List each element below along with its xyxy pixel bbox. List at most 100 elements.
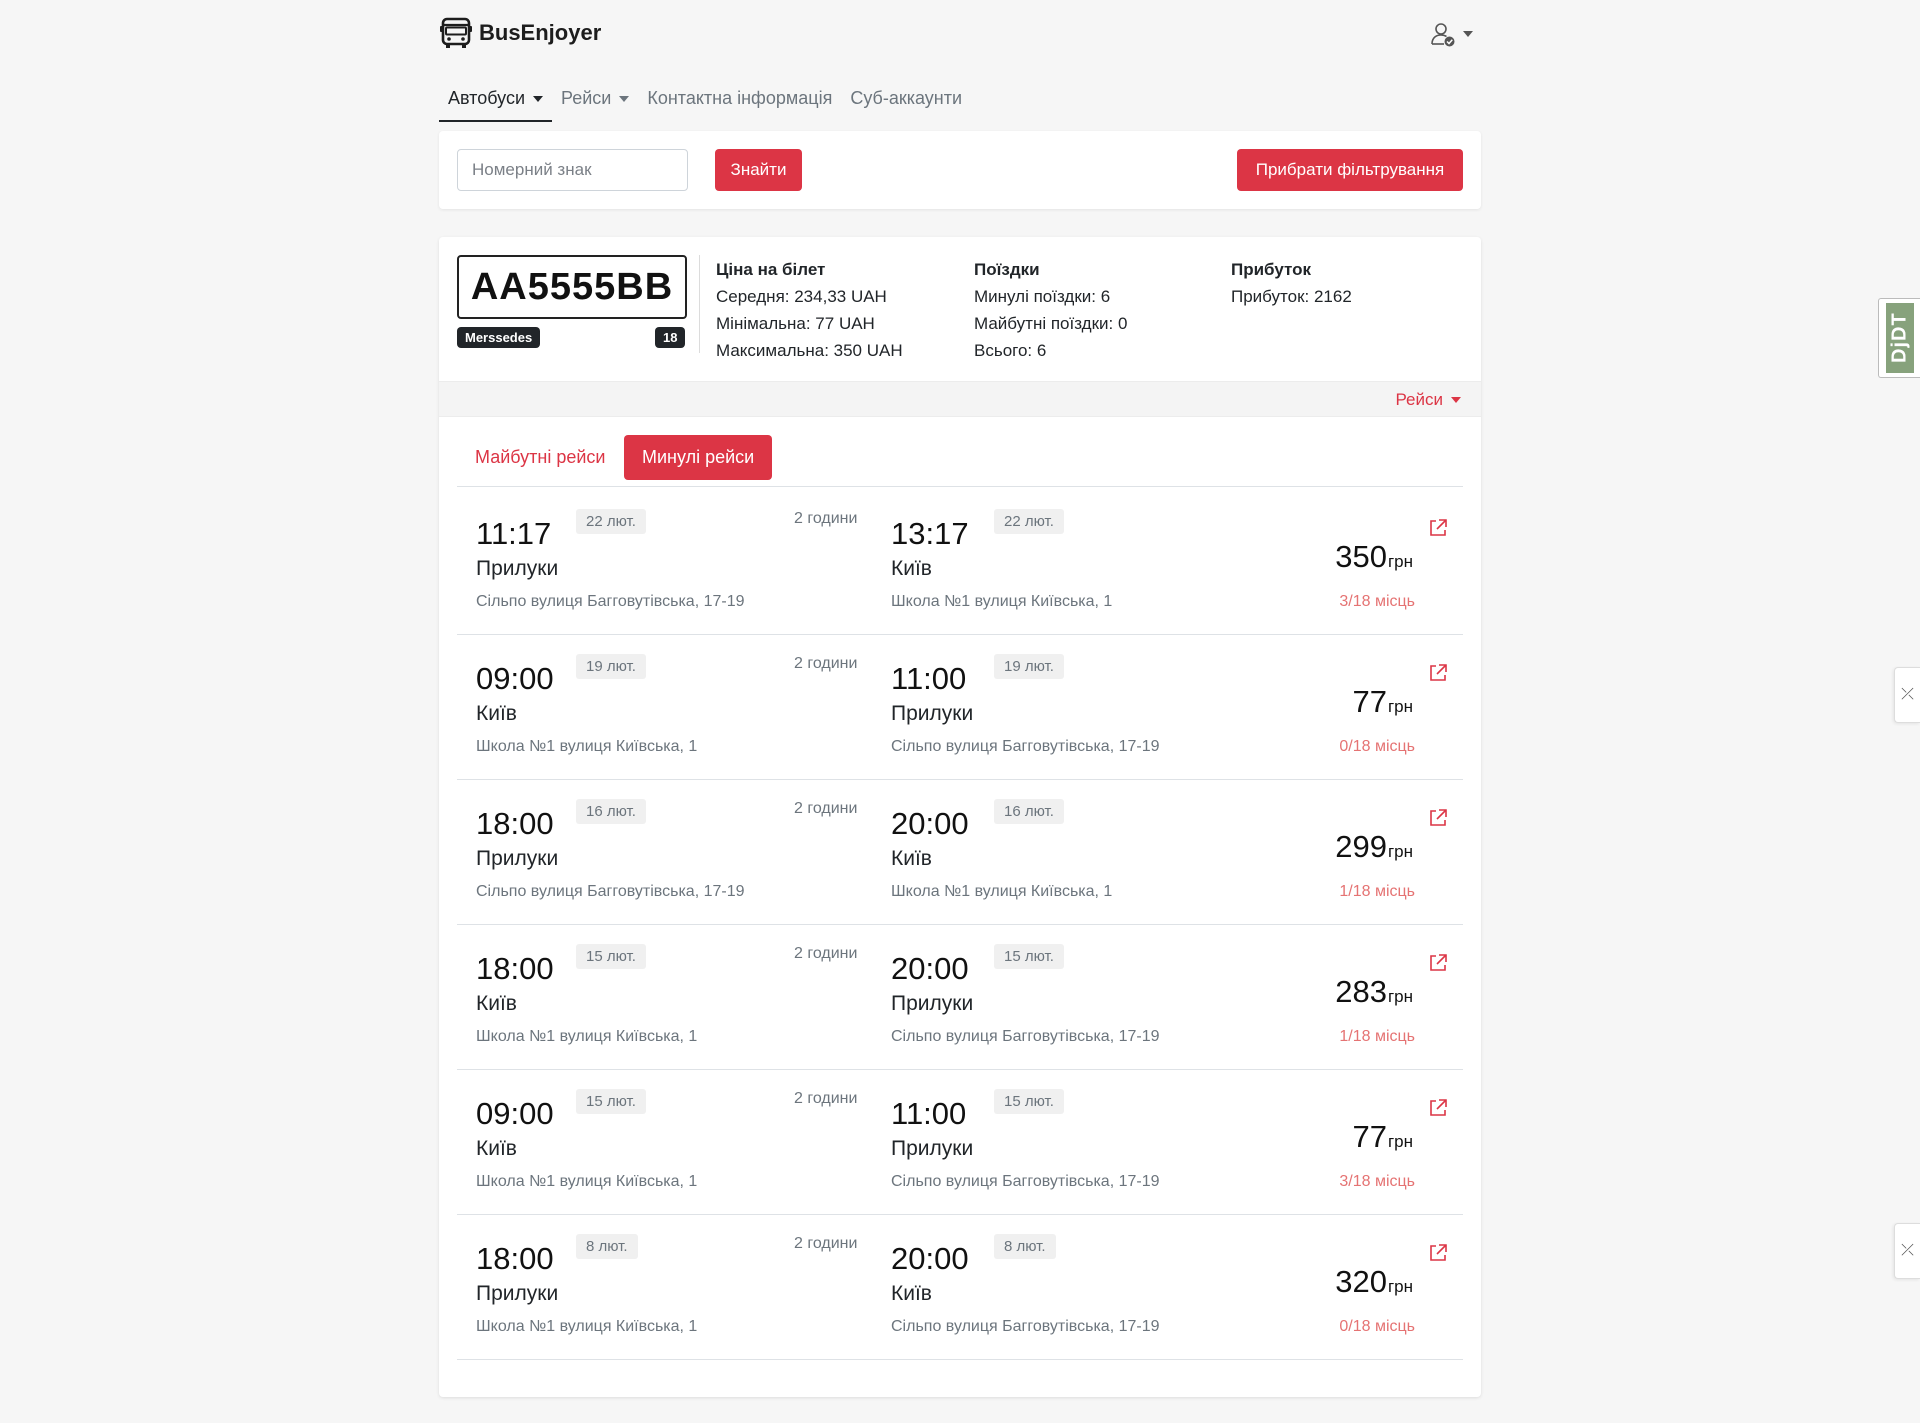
stat-title: Ціна на білет <box>716 260 826 279</box>
departure-address: Школа №1 вулиця Київська, 1 <box>476 1318 698 1335</box>
price-currency: грн <box>1387 1132 1413 1151</box>
main-nav: Автобуси Рейси Контактна інформація Суб-… <box>439 78 971 122</box>
ticket-price: 77грн <box>1352 684 1413 720</box>
nav-item-label: Суб-аккаунти <box>850 88 963 108</box>
seats-occupancy: 0/18 місць <box>1339 1318 1415 1335</box>
tab-future-trips[interactable]: Майбутні рейси <box>457 435 624 480</box>
stat-line: Максимальна: 350 UAH <box>716 341 903 360</box>
tab-past-trips[interactable]: Минулі рейси <box>624 435 773 480</box>
nav-item-subaccounts[interactable]: Суб-аккаунти <box>841 78 971 122</box>
debug-toolbar-handle[interactable]: DjDT <box>1878 298 1920 378</box>
stat-line: Минулі поїздки: 6 <box>974 287 1111 306</box>
trip-duration: 2 години <box>794 655 858 672</box>
stat-title: Прибуток <box>1231 260 1311 279</box>
departure-address: Сільпо вулиця Багговутівська, 17-19 <box>476 883 745 900</box>
side-panel-tab[interactable]: ⤫ <box>1894 667 1920 723</box>
model-badge: Merssedes <box>457 327 541 348</box>
arrival-address: Школа №1 вулиця Київська, 1 <box>891 883 1113 900</box>
departure-time: 18:00 <box>476 806 554 841</box>
departure-date: 15 лют. <box>576 1089 646 1114</box>
arrival-city: Київ <box>891 847 932 870</box>
header: BusEnjoyer <box>439 0 1481 66</box>
bus-card: AA5555BB Merssedes 18 Ціна на білет Сере… <box>439 237 1481 1397</box>
departure-date: 16 лют. <box>576 799 646 824</box>
nav-item-buses[interactable]: Автобуси <box>439 78 552 122</box>
departure-date: 19 лют. <box>576 654 646 679</box>
chevron-down-icon <box>1451 397 1461 403</box>
arrival-address: Сільпо вулиця Багговутівська, 17-19 <box>891 738 1160 755</box>
clear-filter-button[interactable]: Прибрати фільтрування <box>1237 149 1463 191</box>
ticket-price: 283грн <box>1335 974 1413 1010</box>
arrival-address: Сільпо вулиця Багговутівська, 17-19 <box>891 1028 1160 1045</box>
trip-row: 09:00 15 лют. 2 години Київ Школа №1 вул… <box>457 1070 1463 1215</box>
trip-row: 11:17 22 лют. 2 години Прилуки Сільпо ву… <box>457 490 1463 635</box>
bus-icon <box>440 17 472 48</box>
arrival-time: 20:00 <box>891 951 969 986</box>
trip-duration: 2 години <box>794 945 858 962</box>
arrival-city: Київ <box>891 1282 932 1305</box>
departure-city: Київ <box>476 702 517 725</box>
departure-city: Прилуки <box>476 557 559 580</box>
trips-dropdown-toggle[interactable]: Рейси <box>1395 390 1461 410</box>
plate-search-input[interactable] <box>457 149 688 191</box>
user-menu-toggle[interactable] <box>1429 20 1473 48</box>
arrival-date: 15 лют. <box>994 944 1064 969</box>
trip-duration: 2 години <box>794 1235 858 1252</box>
chevron-down-icon <box>1463 31 1473 37</box>
stat-line: Мінімальна: 77 UAH <box>716 314 875 333</box>
price-value: 77 <box>1352 684 1387 719</box>
arrival-city: Київ <box>891 557 932 580</box>
arrival-city: Прилуки <box>891 992 974 1015</box>
price-value: 283 <box>1335 974 1387 1009</box>
price-value: 299 <box>1335 829 1387 864</box>
side-panel-tab[interactable]: ⤫ <box>1894 1223 1920 1279</box>
find-button[interactable]: Знайти <box>715 149 802 191</box>
departure-time: 09:00 <box>476 661 554 696</box>
external-link-icon[interactable] <box>1427 1097 1449 1119</box>
departure-time: 11:17 <box>476 516 552 551</box>
brand-link[interactable]: BusEnjoyer <box>439 16 601 50</box>
departure-address: Школа №1 вулиця Київська, 1 <box>476 1028 698 1045</box>
chevron-down-icon <box>533 96 543 102</box>
seats-occupancy: 3/18 місць <box>1339 1173 1415 1190</box>
seats-occupancy: 3/18 місць <box>1339 593 1415 610</box>
trip-duration: 2 години <box>794 800 858 817</box>
profit-stats: Прибуток Прибуток: 2162 <box>1231 256 1352 310</box>
stat-line: Всього: 6 <box>974 341 1047 360</box>
seats-occupancy: 1/18 місць <box>1339 883 1415 900</box>
departure-time: 09:00 <box>476 1096 554 1131</box>
external-link-icon[interactable] <box>1427 1242 1449 1264</box>
search-card: Знайти Прибрати фільтрування <box>439 131 1481 209</box>
arrival-date: 22 лют. <box>994 509 1064 534</box>
debug-toolbar-label: DjDT <box>1885 303 1914 373</box>
arrival-address: Сільпо вулиця Багговутівська, 17-19 <box>891 1318 1160 1335</box>
card-footer-bar: Рейси <box>439 381 1481 417</box>
license-plate: AA5555BB <box>457 255 687 319</box>
trip-duration: 2 години <box>794 1090 858 1107</box>
departure-date: 8 лют. <box>576 1234 638 1259</box>
collapse-arrows-icon: ⤫ <box>1901 1242 1914 1259</box>
nav-item-trips[interactable]: Рейси <box>552 78 638 122</box>
departure-city: Прилуки <box>476 847 559 870</box>
departure-address: Школа №1 вулиця Київська, 1 <box>476 1173 698 1190</box>
stat-title: Поїздки <box>974 260 1040 279</box>
stat-line: Прибуток: 2162 <box>1231 287 1352 306</box>
departure-date: 15 лют. <box>576 944 646 969</box>
brand-name: BusEnjoyer <box>479 20 602 45</box>
arrival-address: Сільпо вулиця Багговутівська, 17-19 <box>891 1173 1160 1190</box>
external-link-icon[interactable] <box>1427 517 1449 539</box>
external-link-icon[interactable] <box>1427 952 1449 974</box>
ticket-price: 320грн <box>1335 1264 1413 1300</box>
nav-item-label: Рейси <box>561 88 612 108</box>
departure-address: Сільпо вулиця Багговутівська, 17-19 <box>476 593 745 610</box>
external-link-icon[interactable] <box>1427 807 1449 829</box>
departure-time: 18:00 <box>476 1241 554 1276</box>
external-link-icon[interactable] <box>1427 662 1449 684</box>
arrival-time: 13:17 <box>891 516 969 551</box>
departure-city: Київ <box>476 1137 517 1160</box>
arrival-time: 11:00 <box>891 661 967 696</box>
price-currency: грн <box>1387 842 1413 861</box>
seats-occupancy: 0/18 місць <box>1339 738 1415 755</box>
chevron-down-icon <box>619 96 630 102</box>
nav-item-contact-info[interactable]: Контактна інформація <box>638 78 841 122</box>
